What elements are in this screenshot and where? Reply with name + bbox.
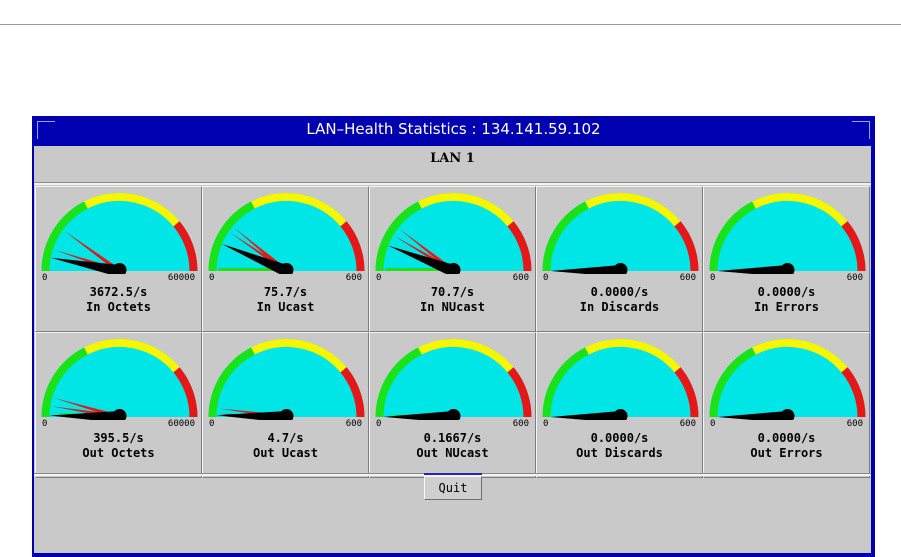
top-divider xyxy=(0,24,901,25)
gauge-scale-max: 600 xyxy=(512,419,529,429)
gauge-scale-min: 0 xyxy=(376,419,382,429)
gauge-label: In NUcast xyxy=(419,300,486,314)
gauge-scale-max: 600 xyxy=(345,273,362,283)
gauge-value: 75.7/s xyxy=(263,285,308,299)
gauge-label: In Octets xyxy=(85,300,152,314)
gauge-label: Out Octets xyxy=(82,446,155,460)
gauge-face xyxy=(709,339,866,417)
gauge-cell: 0 600 0.1667/s Out NUcast xyxy=(369,332,536,478)
lan-label: LAN 1 xyxy=(430,151,475,166)
gauge-cell: 0 60000 395.5/s Out Octets xyxy=(35,332,202,478)
title-bar[interactable]: LAN–Health Statistics : 134.141.59.102 xyxy=(32,116,875,146)
gauge-cell: 0 600 0.0000/s In Discards xyxy=(536,186,703,332)
gauge-scale-min: 0 xyxy=(42,419,48,429)
gauge-face xyxy=(542,193,699,271)
gauge-scale-max: 60000 xyxy=(167,273,195,283)
gauge-scale-min: 0 xyxy=(42,273,48,283)
window-resize-button[interactable] xyxy=(852,121,870,139)
gauge-scale-min: 0 xyxy=(543,273,549,283)
gauge-face xyxy=(375,193,532,271)
gauge-dial xyxy=(542,193,699,274)
gauge-scale-max: 600 xyxy=(345,419,362,429)
window-title: LAN–Health Statistics : 134.141.59.102 xyxy=(306,120,601,138)
gauge-dial xyxy=(542,339,699,420)
divider xyxy=(34,182,871,185)
gauge-dial xyxy=(41,339,198,420)
gauge-dial xyxy=(709,339,866,420)
gauge-dial xyxy=(208,193,365,274)
gauge-scale-max: 60000 xyxy=(167,419,195,429)
gauge-face xyxy=(709,193,866,271)
gauge-cell: 0 600 0.0000/s Out Discards xyxy=(536,332,703,478)
gauge-value: 0.0000/s xyxy=(590,285,649,299)
gauge-label: In Discards xyxy=(579,300,660,314)
gauge-dial xyxy=(375,193,532,274)
gauge-scale-min: 0 xyxy=(209,273,215,283)
gauge-dial xyxy=(709,193,866,274)
gauge-value: 0.0000/s xyxy=(757,285,816,299)
gauge-value: 395.5/s xyxy=(93,431,144,445)
gauge-face xyxy=(375,339,532,417)
gauge-face xyxy=(208,193,365,271)
gauge-value: 0.1667/s xyxy=(423,431,482,445)
quit-button[interactable]: Quit xyxy=(424,476,482,500)
gauge-face xyxy=(208,339,365,417)
lan-health-window: LAN–Health Statistics : 134.141.59.102 L… xyxy=(32,116,875,557)
quit-focus-indicator xyxy=(424,473,482,475)
gauge-label: Out Ucast xyxy=(252,446,319,460)
gauge-scale-max: 600 xyxy=(512,273,529,283)
gauge-label: In Errors xyxy=(753,300,820,314)
gauge-label: Out NUcast xyxy=(416,446,489,460)
gauge-cell: 0 600 0.0000/s Out Errors xyxy=(703,332,870,478)
gauge-face xyxy=(542,339,699,417)
gauge-cell: 0 600 0.0000/s In Errors xyxy=(703,186,870,332)
gauge-scale-max: 600 xyxy=(846,273,863,283)
gauge-scale-min: 0 xyxy=(710,273,716,283)
gauge-value: 4.7/s xyxy=(267,431,304,445)
gauge-cell: 0 60000 3672.5/s In Octets xyxy=(35,186,202,332)
gauge-face xyxy=(41,339,198,417)
gauge-scale-max: 600 xyxy=(846,419,863,429)
gauge-scale-max: 600 xyxy=(679,419,696,429)
gauge-dial xyxy=(41,193,198,274)
gauge-dial xyxy=(375,339,532,420)
gauge-scale-min: 0 xyxy=(710,419,716,429)
gauge-dial xyxy=(208,339,365,420)
gauge-value: 0.0000/s xyxy=(757,431,816,445)
gauge-scale-min: 0 xyxy=(376,273,382,283)
gauge-label: Out Discards xyxy=(576,446,663,460)
gauge-value: 0.0000/s xyxy=(590,431,649,445)
gauge-cell: 0 600 4.7/s Out Ucast xyxy=(202,332,369,478)
gauge-cell: 0 600 75.7/s In Ucast xyxy=(202,186,369,332)
gauge-value: 3672.5/s xyxy=(89,285,148,299)
gauge-scale-max: 600 xyxy=(679,273,696,283)
gauge-scale-min: 0 xyxy=(543,419,549,429)
gauge-label: In Ucast xyxy=(256,300,315,314)
gauge-label: Out Errors xyxy=(750,446,823,460)
window-client-area: LAN 1 0 60000 3672.5/s In Octets 0 600 75.7/s I… xyxy=(34,146,871,553)
gauge-scale-min: 0 xyxy=(209,419,215,429)
gauge-cell: 0 600 70.7/s In NUcast xyxy=(369,186,536,332)
gauge-value: 70.7/s xyxy=(430,285,475,299)
